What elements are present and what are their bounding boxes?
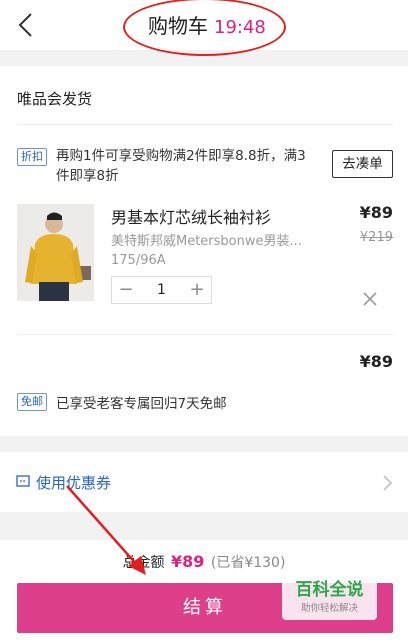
product-photo-icon	[17, 204, 94, 301]
original-price: ¥219	[359, 230, 393, 245]
product-thumbnail[interactable]	[17, 204, 94, 301]
annotation-circle	[123, 0, 286, 56]
saved-amount: (已省¥130)	[210, 555, 286, 571]
subtotal-price: ¥89	[359, 352, 393, 371]
divider	[17, 124, 393, 125]
close-icon[interactable]	[361, 290, 379, 308]
coupon-label: 使用优惠券	[36, 474, 112, 492]
decrease-button[interactable]: −	[112, 277, 140, 303]
watermark-subtitle: 助你轻松解决	[300, 603, 358, 614]
watermark-title: 百科全说	[295, 580, 364, 600]
increase-button[interactable]: +	[183, 277, 211, 303]
total-label: 总金额	[122, 555, 165, 571]
product-brand: 美特斯邦威Metersbonwe男装...	[111, 234, 302, 249]
promo-text: 再购1件可享受购物满2件即享8.8折，满3件即享8折	[56, 148, 306, 184]
free-shipping-text: 已享受老客专属回归7天免邮	[56, 396, 227, 412]
free-shipping-tag: 免邮	[17, 393, 47, 411]
discount-tag: 折扣	[17, 148, 47, 166]
product-name[interactable]: 男基本灯芯绒长袖衬衫	[111, 204, 271, 228]
back-arrow-icon[interactable]	[14, 11, 38, 39]
total-row: 总金额 ¥89 (已省¥130)	[0, 552, 408, 572]
coupon-row[interactable]: 使用优惠券	[0, 452, 408, 512]
add-items-button[interactable]: 去凑单	[332, 150, 393, 178]
chevron-right-icon	[383, 475, 393, 491]
cart-card: 唯品会发货 折扣 再购1件可享受购物满2件即享8.8折，满3件即享8折 去凑单 …	[0, 66, 408, 436]
coupon-icon	[16, 475, 30, 487]
product-price: ¥89	[359, 203, 393, 222]
total-amount: ¥89	[171, 552, 205, 571]
vendor-label: 唯品会发货	[17, 90, 93, 108]
product-size: 175/96A	[111, 253, 166, 268]
divider	[17, 334, 393, 335]
quantity-stepper: − 1 +	[111, 276, 212, 304]
watermark-logo: 百科全说 助你轻松解决	[282, 575, 377, 620]
header-bar: 购物车 19:48	[0, 0, 408, 56]
quantity-value[interactable]: 1	[140, 277, 183, 303]
